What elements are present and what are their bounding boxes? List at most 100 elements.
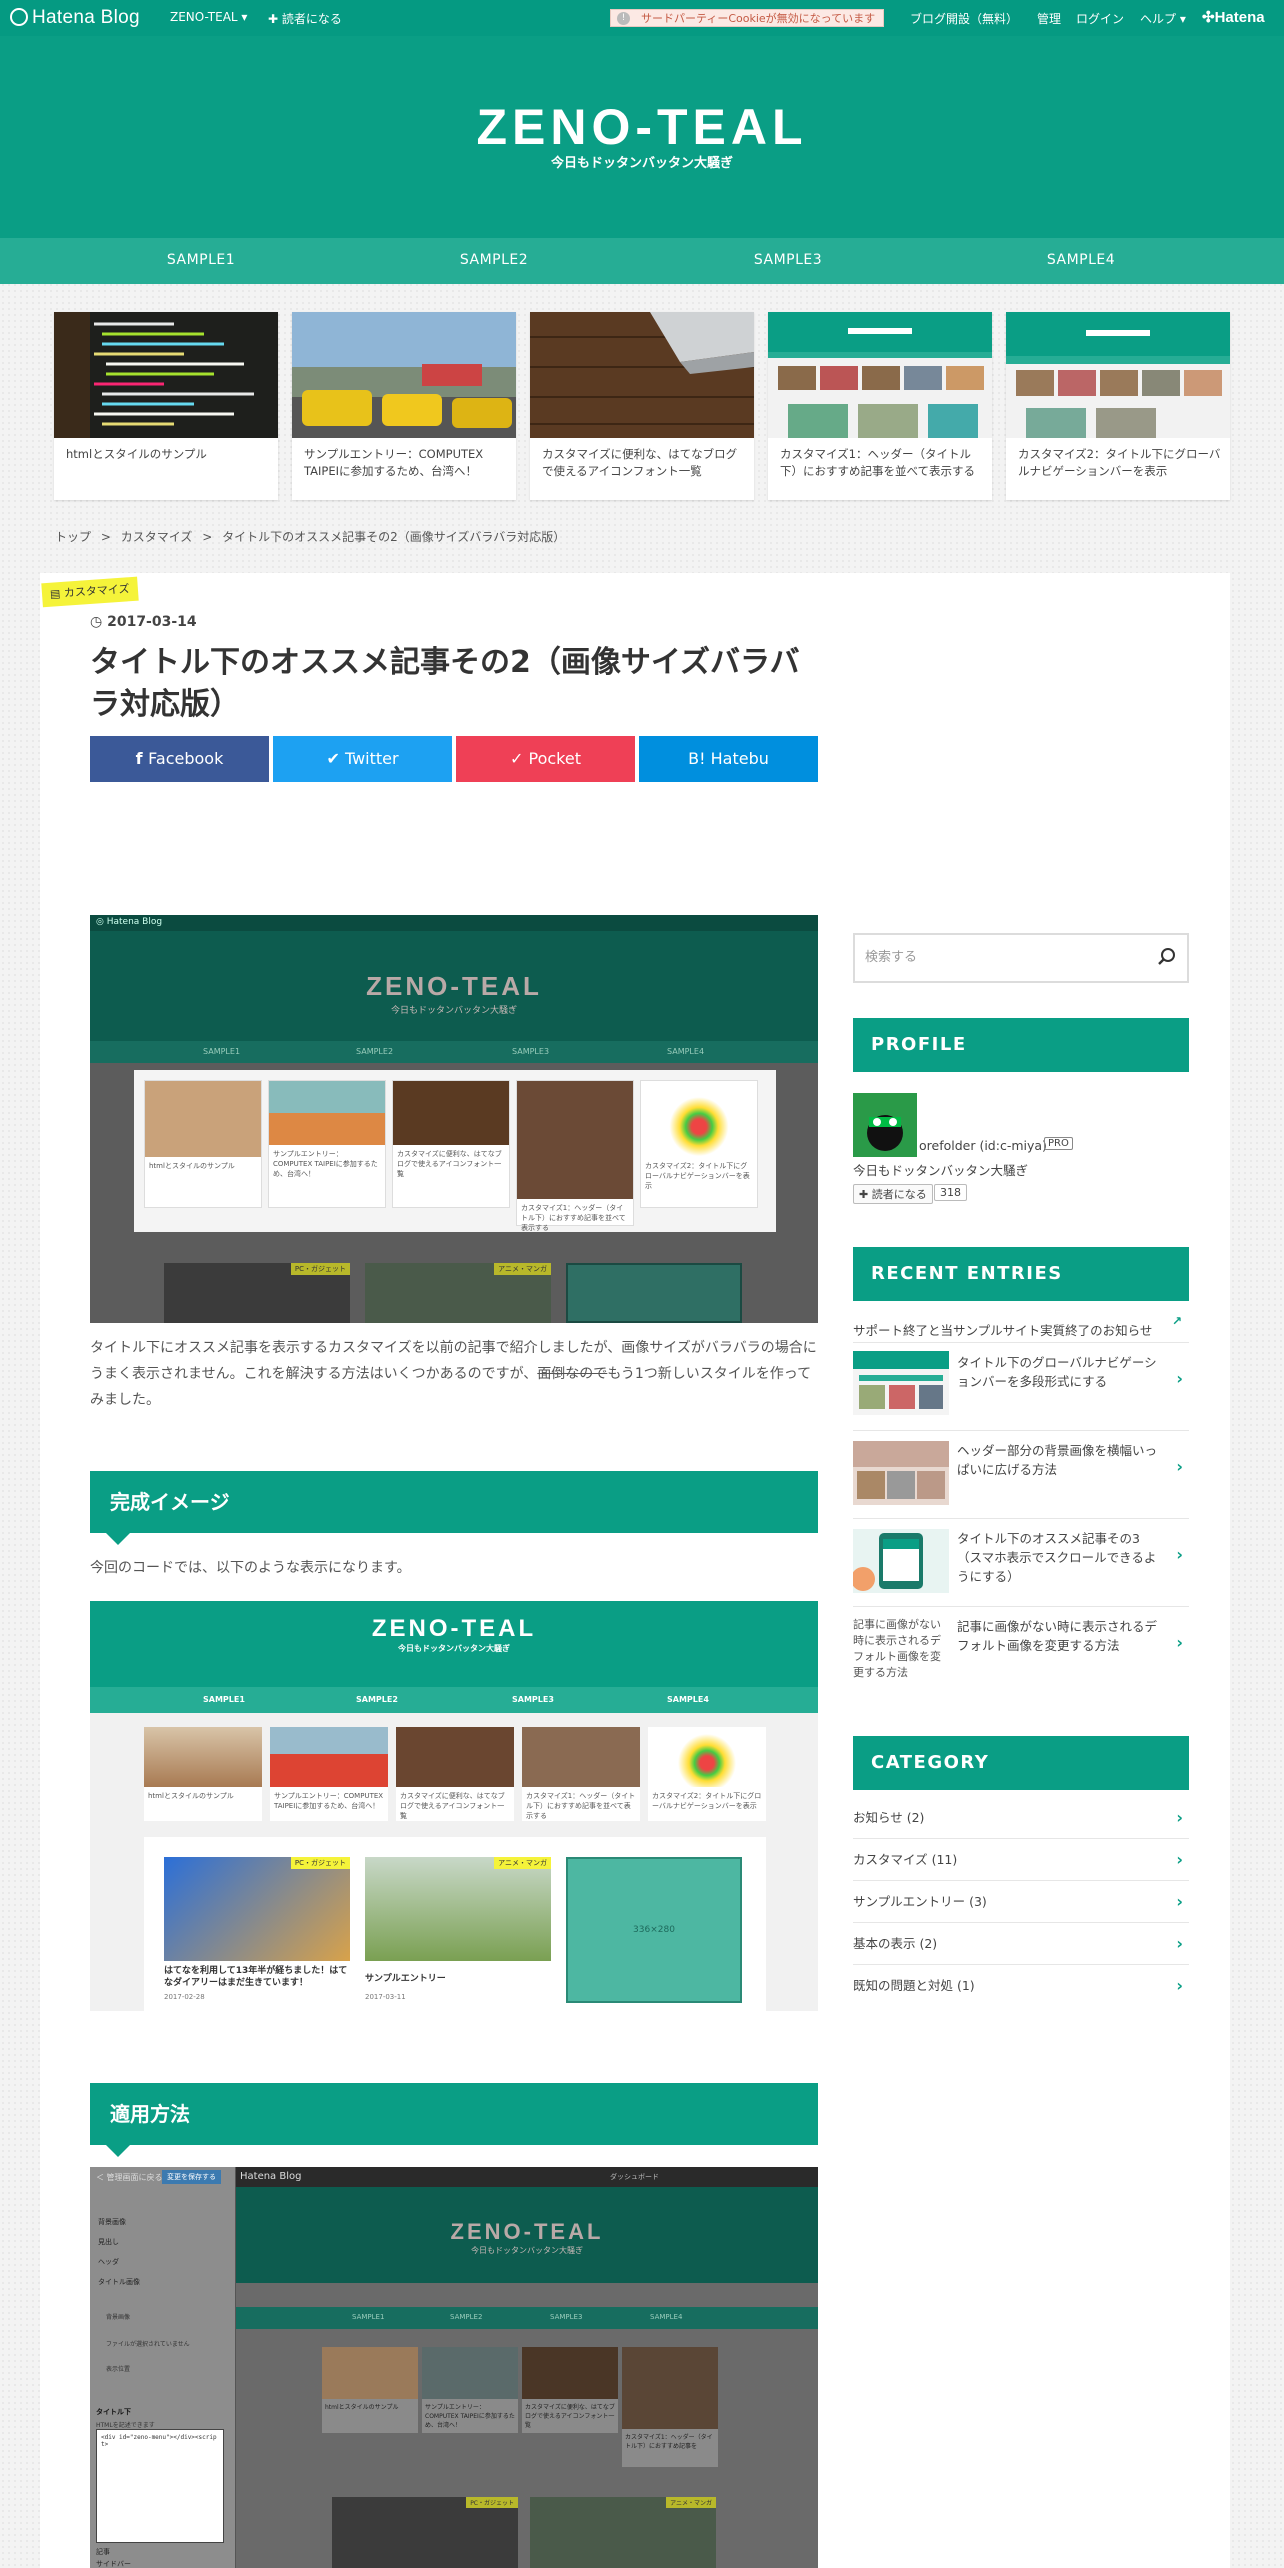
profile-description: 今日もドッタンバッタン大騒ぎ [853,1163,1029,1178]
facebook-share-button[interactable]: f Facebook [90,736,269,782]
heading-apply: 適用方法 [90,2083,818,2157]
search-input[interactable]: 検索する [853,933,1189,983]
chevron-right-icon: › [1176,1850,1183,1869]
chevron-right-icon: › [1176,1934,1183,1953]
entry-title: タイトル下のオススメ記事その2（画像サイズバラバラ対応版） [90,645,800,722]
recent-entry[interactable]: タイトル下のグローバルナビゲーションバーを多段形式にする › [853,1342,1189,1430]
breadcrumb-separator: > [100,530,111,544]
shot-title: ZENO-TEAL [450,2219,604,2244]
hatebu-share-button[interactable]: B! Hatebu [639,736,818,782]
shot-title: ZENO-TEAL [371,1615,537,1642]
shot-back-link: ＜ 管理画面に戻る [96,2173,163,2182]
shot-subtitle: 今日もドッタンバッタン大騒ぎ [471,2246,583,2255]
category-item[interactable]: 基本の表示 (2) › [853,1923,1189,1965]
avatar[interactable] [853,1093,917,1157]
shot-ad-placeholder: 336×280 [566,1857,742,2003]
login-link[interactable]: ログイン [1076,10,1124,27]
recent-entry-link[interactable]: サポート終了と当サンプルサイト実質終了のお知らせ [853,1320,1152,1339]
category-item[interactable]: 既知の問題と対処 (1) › [853,1965,1189,2007]
entry-date: ◷ 2017-03-14 [90,614,197,630]
nav-item-sample4[interactable]: SAMPLE4 [981,252,1181,268]
recommended-card[interactable]: カスタマイズ1：ヘッダー（タイトル下）におすすめ記事を並べて表示する [768,312,992,500]
recommended-card[interactable]: htmlとスタイルのサンプル [54,312,278,500]
hatena-link[interactable]: ✣Hatena [1202,8,1265,26]
pocket-share-button[interactable]: ✓ Pocket [456,736,635,782]
card-caption: カスタマイズに便利な、はてなブログで使えるアイコンフォント一覧 [542,447,738,478]
hatena-top-bar: Hatena Blog ZENO-TEAL ▾ ✚ 読者になる ! サードパーティ… [0,0,1284,36]
blog-menu[interactable]: ZENO-TEAL ▾ [170,10,247,24]
nav-item-sample1[interactable]: SAMPLE1 [101,252,301,268]
shot-post-title: はてなを利用して13年半が経ちました！はてなダイアリーはまだ生きています！ [164,1966,348,1988]
shot-badge: アニメ・マンガ [494,1263,551,1275]
chevron-right-icon: › [1176,1457,1183,1476]
strike-text: 面倒なので [537,1366,608,1382]
shot-post-date: 2017-03-11 [365,1993,406,2001]
folder-icon: ▤ [49,586,65,601]
entry-thumbnail [853,1351,949,1415]
chevron-right-icon: › [1176,1545,1183,1564]
shot-nav: SAMPLE1 [203,1695,245,1704]
recent-entry[interactable]: ヘッダー部分の背景画像を横幅いっぱいに広げる方法 › [853,1430,1189,1518]
breadcrumb-separator: > [202,530,213,544]
heading-result: 完成イメージ [90,1471,818,1545]
card-caption: カスタマイズ2：タイトル下にグローバルナビゲーションバーを表示 [1018,447,1221,478]
result-paragraph: 今回のコードでは、以下のような表示になります。 [90,1560,411,1576]
card-caption: サンプルエントリー：COMPUTEX TAIPEIに参加するため、台湾へ！ [304,447,484,478]
blog-header: ZENO-TEAL 今日もドッタンバッタン大騒ぎ [0,36,1284,238]
hatena-logo-icon [10,8,28,26]
recent-entry[interactable]: 記事に画像がない時に表示されるデフォルト画像を変更する方法 記事に画像がない時に… [853,1606,1189,1698]
profile-module-title: PROFILE [853,1018,1189,1072]
blog-title[interactable]: ZENO-TEAL [0,98,1284,156]
search-icon[interactable] [1157,947,1177,967]
avatar-image-icon [853,1093,917,1157]
sidebar-subscribe-button[interactable]: ✚ 読者になる [853,1184,933,1204]
chevron-right-icon: › [1176,1892,1183,1911]
category-item[interactable]: カスタマイズ (11) › [853,1839,1189,1881]
nav-item-sample2[interactable]: SAMPLE2 [394,252,594,268]
shot-subtitle: 今日もドッタンバッタン大騒ぎ [398,1644,510,1653]
recommended-card[interactable]: カスタマイズに便利な、はてなブログで使えるアイコンフォント一覧 [530,312,754,500]
recommended-card[interactable]: カスタマイズ2：タイトル下にグローバルナビゲーションバーを表示 [1006,312,1230,500]
open-blog-link[interactable]: ブログ開設（無料） [910,10,1018,27]
category-module-title: CATEGORY [853,1736,1189,1790]
broken-image-alt: 記事に画像がない時に表示されるデフォルト画像を変更する方法 [853,1618,941,1679]
admin-link[interactable]: 管理 [1037,10,1061,27]
shot-sidebar-menu: 背景画像 見出し ヘッダ タイトル画像 [98,2218,140,2286]
external-link-icon: ↗ [1172,1314,1183,1328]
blog-screenshot-thumbnail [768,312,992,438]
breadcrumb-category[interactable]: カスタマイズ [121,530,193,544]
breadcrumb: トップ > カスタマイズ > タイトル下のオススメ記事その2（画像サイズバラバラ… [55,528,565,545]
subscriber-count: 318 [934,1184,967,1201]
hatena-mark-icon: ✣ [1202,9,1215,26]
profile-name[interactable]: orefolder (id:c-miya) [919,1138,1047,1153]
shot-nav: SAMPLE3 [512,1695,554,1704]
subscribe-link[interactable]: ✚ 読者になる [268,10,342,27]
help-menu[interactable]: ヘルプ ▾ [1140,10,1186,27]
card-caption: htmlとスタイルのサンプル [66,447,207,461]
chevron-right-icon: › [1176,1633,1183,1652]
recent-entry[interactable]: タイトル下のオススメ記事その3（スマホ表示でスクロールできるようにする） › [853,1518,1189,1606]
shot-title: ZENO-TEAL [366,971,542,1001]
shot-hatena-logo: ◎ Hatena Blog [96,917,163,927]
shot-nav: SAMPLE2 [356,1047,394,1056]
cookie-notice[interactable]: ! サードパーティーCookieが無効になっています [610,9,884,27]
taxi-thumbnail [292,312,516,438]
pocket-icon: ✓ [510,749,529,768]
shot-badge: PC・ガジェット [290,1857,350,1869]
twitter-share-button[interactable]: ✔ Twitter [273,736,452,782]
code-thumbnail [54,312,278,438]
shot-subtitle: 今日もドッタンバッタン大騒ぎ [390,1006,517,1016]
recommended-card[interactable]: サンプルエントリー：COMPUTEX TAIPEIに参加するため、台湾へ！ [292,312,516,500]
desk-thumbnail [530,312,754,438]
shot-nav: SAMPLE4 [667,1695,709,1704]
hatena-blog-logo[interactable]: Hatena Blog [10,7,140,29]
nav-item-sample3[interactable]: SAMPLE3 [688,252,888,268]
global-nav: SAMPLE1 SAMPLE2 SAMPLE3 SAMPLE4 [0,238,1284,284]
category-item[interactable]: サンプルエントリー (3) › [853,1881,1189,1923]
article-image-1: ◎ Hatena Blog ZENO-TEAL 今日もドッタンバッタン大騒ぎ S… [90,915,818,1323]
shot-overlay: htmlとスタイルのサンプル サンプルエントリー：COMPUTEX TAIPEI… [134,1070,776,1232]
breadcrumb-current: タイトル下のオススメ記事その2（画像サイズバラバラ対応版） [222,530,566,544]
breadcrumb-top[interactable]: トップ [55,530,91,544]
chevron-right-icon: › [1176,1369,1183,1388]
category-item[interactable]: お知らせ (2) › [853,1797,1189,1839]
